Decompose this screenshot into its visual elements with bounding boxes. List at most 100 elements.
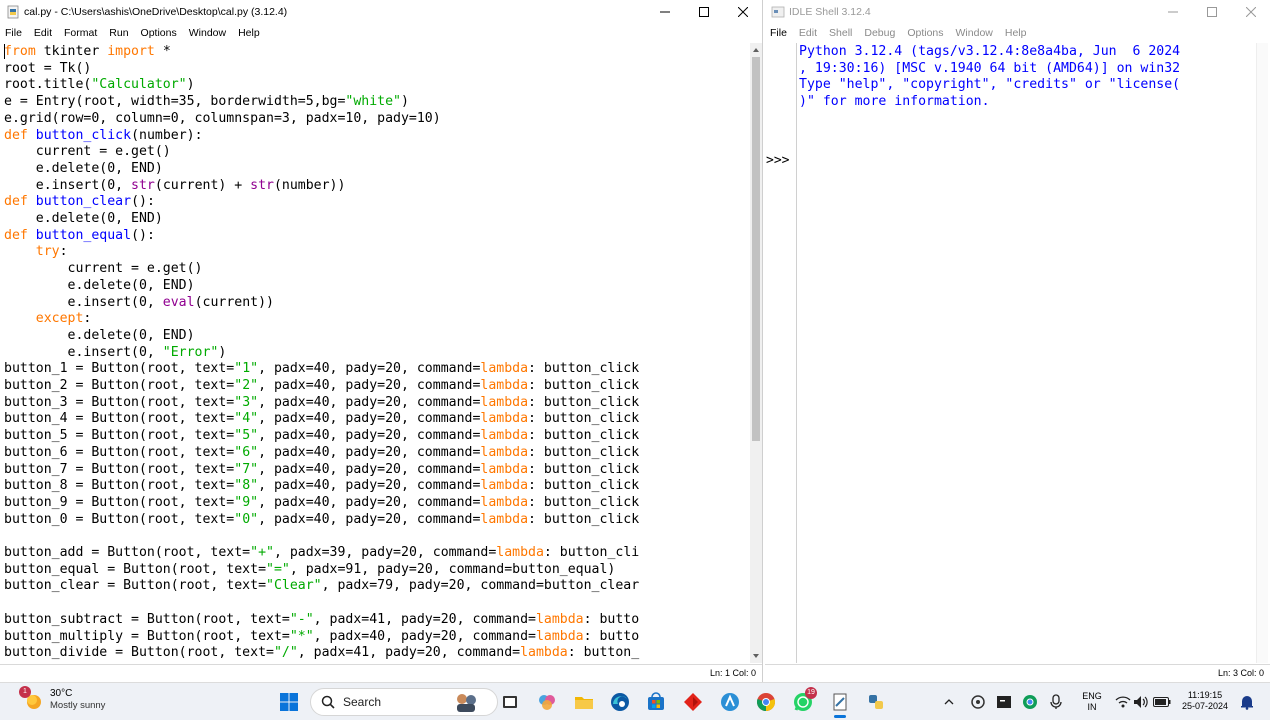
editor-statusbar: Ln: 1 Col: 0 (0, 664, 762, 682)
code-line: e.delete(0, END) (4, 277, 195, 293)
microsoft-store-icon[interactable] (644, 690, 668, 714)
editor-vertical-scrollbar[interactable] (750, 43, 762, 663)
editor-menu-window[interactable]: Window (189, 27, 226, 39)
shell-window: IDLE Shell 3.12.4 File Edit Shell Debug Opti… (765, 0, 1270, 682)
editor-menu-options[interactable]: Options (141, 27, 177, 39)
code-line: button_1 = Button(root, text="1", padx=4… (4, 361, 640, 377)
copilot-icon[interactable] (535, 690, 559, 714)
idle-editor-taskbar-icon[interactable] (828, 690, 852, 718)
code-line: try: (35, 244, 68, 260)
shell-menu-help[interactable]: Help (1005, 27, 1027, 39)
speaker-icon[interactable] (1132, 690, 1150, 714)
code-line: button_divide = Button(root, text="/", p… (4, 645, 640, 661)
tray-app-icon[interactable] (968, 690, 988, 714)
code-line: root.title("Calculator") (4, 77, 195, 93)
code-line: button_7 = Button(root, text="7", padx=4… (4, 461, 640, 477)
weather-widget[interactable]: 1 30°C Mostly sunny (19, 686, 105, 712)
language-region: IN (1087, 702, 1097, 712)
shell-close-button[interactable] (1231, 0, 1270, 24)
sun-icon: 1 (19, 686, 46, 712)
taskbar: 1 30°C Mostly sunny Search 19 ENG IN 11:… (0, 682, 1270, 720)
close-icon (1245, 7, 1256, 17)
code-line: e.grid(row=0, column=0, columnspan=3, pa… (4, 110, 441, 126)
code-line: button_9 = Button(root, text="9", padx=4… (4, 494, 640, 510)
shell-menu-shell[interactable]: Shell (829, 27, 852, 39)
shell-maximize-button[interactable] (1192, 0, 1231, 24)
whatsapp-icon[interactable]: 19 (791, 687, 817, 714)
shell-menu-options[interactable]: Options (907, 27, 943, 39)
editor-menu-format[interactable]: Format (64, 27, 97, 39)
code-editor[interactable]: from tkinter import * root = Tk() root.tit… (0, 43, 750, 663)
clock[interactable]: 11:19:15 25-07-2024 (1180, 690, 1230, 712)
code-line: def button_clear(): (4, 194, 155, 210)
minimize-icon (1167, 11, 1178, 13)
text-cursor (4, 44, 5, 59)
shell-output-line: Python 3.12.4 (tags/v3.12.4:8e8a4ba, Jun… (799, 44, 1181, 59)
code-line: button_6 = Button(root, text="6", padx=4… (4, 444, 640, 460)
chrome-browser-icon[interactable] (754, 690, 778, 714)
code-line: e.insert(0, eval(current)) (4, 294, 274, 310)
shell-vertical-scrollbar[interactable] (1256, 43, 1268, 663)
shell-menu-window[interactable]: Window (956, 27, 993, 39)
tray-chrome-icon[interactable] (1020, 690, 1040, 714)
shell-output-line: Type "help", "copyright", "credits" or "… (799, 77, 1181, 93)
code-line: current = e.get() (4, 261, 203, 277)
close-icon (737, 7, 748, 17)
chevron-up-icon[interactable] (941, 690, 957, 714)
editor-maximize-button[interactable] (684, 0, 723, 24)
code-line: button_equal = Button(root, text="=", pa… (4, 561, 616, 577)
scroll-down-icon[interactable] (752, 652, 760, 660)
scroll-up-icon[interactable] (752, 46, 760, 54)
editor-cursor-position: Ln: 1 Col: 0 (709, 668, 756, 678)
maximize-icon (1206, 7, 1217, 17)
editor-menu-edit[interactable]: Edit (34, 27, 52, 39)
code-line: e.delete(0, END) (4, 327, 195, 343)
editor-close-button[interactable] (723, 0, 762, 24)
code-line: button_2 = Button(root, text="2", padx=4… (4, 378, 640, 393)
code-line: button_8 = Button(root, text="8", padx=4… (4, 478, 640, 494)
maximize-icon (698, 7, 709, 17)
file-explorer-icon[interactable] (572, 690, 596, 714)
shell-menu-edit[interactable]: Edit (799, 27, 817, 39)
editor-minimize-button[interactable] (645, 0, 684, 24)
notification-bell-icon[interactable] (1238, 690, 1256, 714)
editor-menu-file[interactable]: File (5, 27, 22, 39)
wifi-icon[interactable] (1114, 690, 1132, 714)
shell-titlebar[interactable]: IDLE Shell 3.12.4 (765, 0, 1270, 24)
windows-start-icon[interactable] (277, 690, 301, 714)
shell-menu-file[interactable]: File (770, 27, 787, 39)
shell-prompt: >>> (766, 153, 790, 168)
python-shell-taskbar-icon[interactable] (864, 690, 888, 714)
task-view-icon[interactable] (498, 690, 522, 714)
search-icon (321, 695, 335, 709)
editor-window: cal.py - C:\Users\ashis\OneDrive\Desktop… (0, 0, 763, 682)
tray-terminal-icon[interactable] (994, 690, 1014, 714)
editor-titlebar[interactable]: cal.py - C:\Users\ashis\OneDrive\Desktop… (0, 0, 762, 24)
code-line: except: (35, 311, 92, 327)
editor-menu-run[interactable]: Run (109, 27, 128, 39)
shell-output-line: )" for more information. (799, 94, 990, 110)
shell-prompt-gutter: >>> (765, 43, 797, 663)
code-line: from tkinter import * (4, 44, 171, 59)
shell-title: IDLE Shell 3.12.4 (789, 6, 871, 18)
taskbar-search[interactable]: Search (310, 688, 498, 716)
language-indicator[interactable]: ENG IN (1078, 691, 1106, 713)
edge-browser-icon[interactable] (608, 690, 632, 714)
editor-scroll-thumb[interactable] (752, 57, 760, 441)
editor-menubar: File Edit Format Run Options Window Help (0, 24, 762, 42)
code-line: button_4 = Button(root, text="4", padx=4… (4, 411, 640, 427)
shell-minimize-button[interactable] (1153, 0, 1192, 24)
battery-icon[interactable] (1152, 690, 1172, 714)
code-line: e = Entry(root, width=35, borderwidth=5,… (4, 94, 409, 110)
code-line: button_multiply = Button(root, text="*",… (4, 628, 640, 644)
shell-menu-debug[interactable]: Debug (864, 27, 895, 39)
microphone-icon[interactable] (1046, 690, 1066, 714)
whatsapp-badge: 19 (805, 687, 817, 699)
idle-icon (771, 6, 785, 18)
vscode-like-app-icon[interactable] (718, 690, 742, 714)
code-line: def button_click(number): (4, 127, 203, 143)
red-diamond-app-icon[interactable] (681, 690, 705, 714)
code-line: root = Tk() (4, 60, 92, 76)
editor-menu-help[interactable]: Help (238, 27, 260, 39)
code-line: button_clear = Button(root, text="Clear"… (4, 578, 640, 594)
